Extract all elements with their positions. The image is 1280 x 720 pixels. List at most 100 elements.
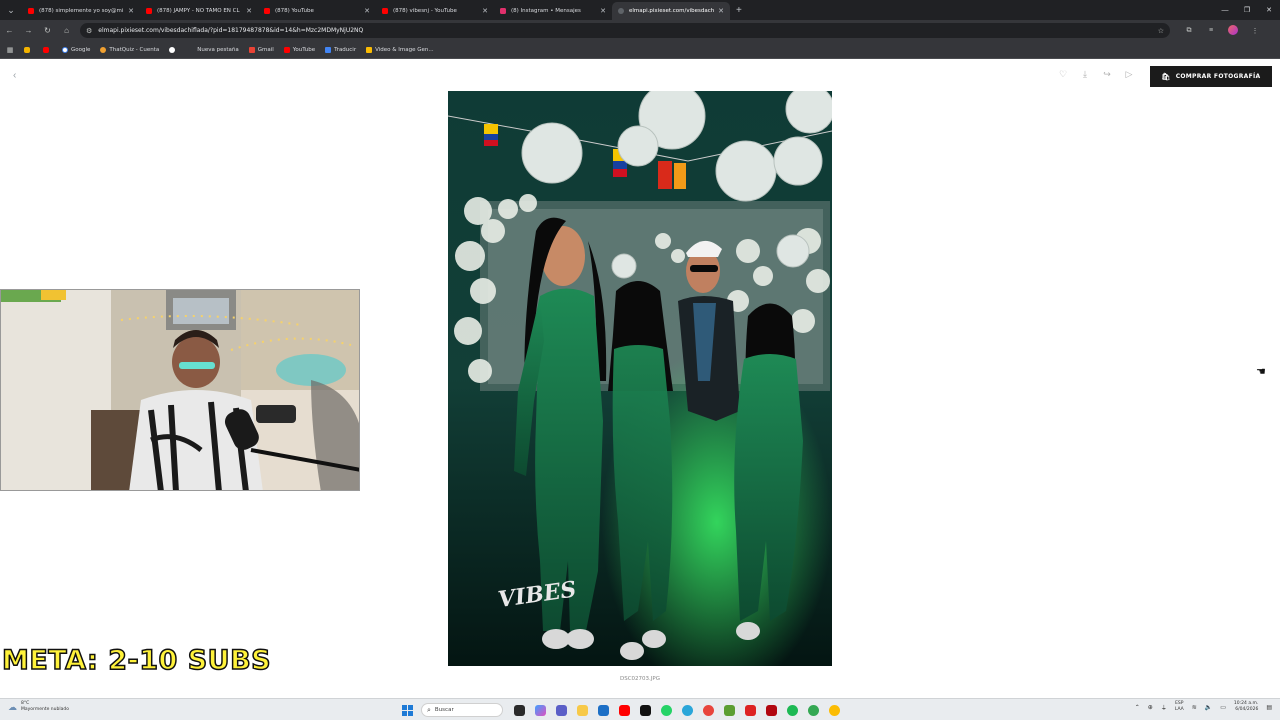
photo-actions: ♡ ⤓ ↪ ▷ <box>1052 69 1140 80</box>
browser-tab-strip: ⌄ (878) simplemente yo soy@mi ✕ (878) JA… <box>0 0 1280 20</box>
media-icon[interactable]: ≡ <box>1200 27 1222 34</box>
share-icon[interactable]: ↪ <box>1096 69 1118 80</box>
chrome-alt-icon[interactable] <box>806 702 822 718</box>
tiktok-icon[interactable] <box>638 702 654 718</box>
whatsapp-icon[interactable] <box>659 702 675 718</box>
apps-grid-icon[interactable]: ▦ <box>4 44 16 56</box>
youtube-icon <box>28 8 34 14</box>
bookmark[interactable] <box>24 46 33 53</box>
back-arrow-icon[interactable]: ‹ <box>13 70 16 81</box>
tab-title: elmapi.pixieset.com/vibesdachi <box>629 8 715 14</box>
back-icon[interactable]: ← <box>0 26 19 35</box>
volume-icon[interactable]: 🔈 <box>1205 704 1212 711</box>
tab-title: (878) vibesnj - YouTube <box>393 8 457 14</box>
bookmarks-bar: ▦ Google ThatQuiz - Cuenta Nueva pestaña… <box>0 41 1280 59</box>
browser-tab[interactable]: (878) JAMPY - NO TAMO EN CL ✕ <box>140 2 258 20</box>
bookmark-youtube[interactable]: YouTube <box>283 46 315 53</box>
usb-icon[interactable]: ⏚ <box>1161 703 1167 712</box>
search-placeholder: Buscar <box>434 707 454 713</box>
browser-tab[interactable]: (878) YouTube ✕ <box>258 2 376 20</box>
cloud-icon: ☁ <box>8 701 17 712</box>
stream-goal-text: META: 2-10 SUBS <box>1 644 272 677</box>
tray-chevron-icon[interactable]: ⌃ <box>1135 704 1140 711</box>
bookmark[interactable] <box>43 46 52 53</box>
reload-icon[interactable]: ↻ <box>38 26 57 35</box>
browser-tab[interactable]: (8) Instagram • Mensajes ✕ <box>494 2 612 20</box>
browser-tab[interactable]: (878) simplemente yo soy@mi ✕ <box>22 2 140 20</box>
weather-widget[interactable]: ☁ 8°C Mayormente nublado <box>8 701 69 713</box>
youtube-icon <box>382 8 388 14</box>
close-window-icon[interactable]: ✕ <box>1258 6 1280 14</box>
address-bar[interactable]: ⚙ elmapi.pixieset.com/vibesdachiflada/?p… <box>80 23 1170 38</box>
tab-search-icon[interactable]: ⌄ <box>0 0 22 20</box>
copilot-icon[interactable] <box>533 702 549 718</box>
windows-start-icon[interactable] <box>402 704 413 716</box>
close-icon[interactable]: ✕ <box>482 7 488 15</box>
netflix-icon[interactable] <box>764 702 780 718</box>
bookmark-new-tab[interactable]: Nueva pestaña <box>188 46 239 53</box>
notifications-icon[interactable]: ▤ <box>1266 704 1272 711</box>
bookmark-gmail[interactable]: Gmail <box>248 46 274 53</box>
network-icon[interactable]: ⊕ <box>1148 704 1153 711</box>
youtube-icon <box>264 8 270 14</box>
close-icon[interactable]: ✕ <box>246 7 252 15</box>
site-info-icon[interactable]: ⚙ <box>86 27 92 35</box>
task-view-icon[interactable] <box>512 702 528 718</box>
teams-icon[interactable] <box>554 702 570 718</box>
bookmark-star-icon[interactable]: ☆ <box>1158 27 1164 35</box>
wifi-icon[interactable]: ≋ <box>1192 704 1197 711</box>
store-icon[interactable] <box>596 702 612 718</box>
youtube-icon <box>146 8 152 14</box>
webcam-video <box>1 290 359 490</box>
tab-title: (878) simplemente yo soy@mi <box>39 8 124 14</box>
buy-photo-button[interactable]: 🛍 COMPRAR FOTOGRAFÍA <box>1150 66 1272 87</box>
close-icon[interactable]: ✕ <box>128 7 134 15</box>
browser-tab[interactable]: (878) vibesnj - YouTube ✕ <box>376 2 494 20</box>
battery-icon[interactable]: ▭ <box>1220 704 1226 711</box>
menu-icon[interactable]: ⋮ <box>1244 27 1266 35</box>
bookmark-label: Gmail <box>257 46 274 53</box>
party-photo-image: VIBES <box>448 91 832 666</box>
tab-title: (8) Instagram • Mensajes <box>511 8 581 14</box>
bookmark[interactable] <box>169 46 178 53</box>
new-tab-icon[interactable]: + <box>736 5 742 16</box>
roblox-icon[interactable] <box>743 702 759 718</box>
spotify-icon[interactable] <box>785 702 801 718</box>
bookmark-google[interactable]: Google <box>62 46 90 53</box>
language-indicator[interactable]: ESP LAA <box>1175 701 1184 713</box>
close-icon[interactable]: ✕ <box>718 7 724 15</box>
browser-tab-active[interactable]: elmapi.pixieset.com/vibesdachi ✕ <box>612 2 730 20</box>
youtube-app-icon[interactable] <box>617 702 633 718</box>
edge-icon[interactable] <box>680 702 696 718</box>
forward-icon[interactable]: → <box>19 26 38 35</box>
slideshow-play-icon[interactable]: ▷ <box>1118 69 1140 80</box>
url-text: elmapi.pixieset.com/vibesdachiflada/?pid… <box>98 27 364 34</box>
photo-filename: DSC02703.JPG <box>619 676 660 682</box>
restore-icon[interactable]: ❐ <box>1236 6 1258 14</box>
taskbar-search[interactable]: ⌕ Buscar <box>421 703 503 717</box>
tab-title: (878) YouTube <box>275 8 314 14</box>
bookmark-label: ThatQuiz - Cuenta <box>109 46 160 53</box>
bookmark-video-gen[interactable]: Video & Image Gen... <box>366 46 434 53</box>
heart-icon[interactable]: ♡ <box>1052 69 1074 80</box>
close-icon[interactable]: ✕ <box>364 7 370 15</box>
shopping-bag-icon: 🛍 <box>1161 72 1171 81</box>
minecraft-icon[interactable] <box>722 702 738 718</box>
close-icon[interactable]: ✕ <box>600 7 606 15</box>
clock[interactable]: 10:24 a.m. 6/04/2026 <box>1234 701 1258 713</box>
pixieset-icon <box>618 8 624 14</box>
clock-date: 6/04/2026 <box>1235 707 1259 712</box>
minimize-icon[interactable]: — <box>1214 7 1236 14</box>
bookmark-thatquiz[interactable]: ThatQuiz - Cuenta <box>100 46 160 53</box>
profile-avatar[interactable] <box>1222 24 1244 37</box>
bookmark-translate[interactable]: Traducir <box>325 46 357 53</box>
home-icon[interactable]: ⌂ <box>57 26 76 35</box>
chrome-icon[interactable] <box>701 702 717 718</box>
gallery-photo[interactable]: VIBES <box>448 91 832 666</box>
extensions-icon[interactable]: ⧉ <box>1178 27 1200 35</box>
bookmark-label: Traducir <box>334 46 357 53</box>
chrome-active-icon[interactable] <box>827 702 843 718</box>
instagram-icon <box>500 8 506 14</box>
download-icon[interactable]: ⤓ <box>1074 69 1096 80</box>
file-explorer-icon[interactable] <box>575 702 591 718</box>
